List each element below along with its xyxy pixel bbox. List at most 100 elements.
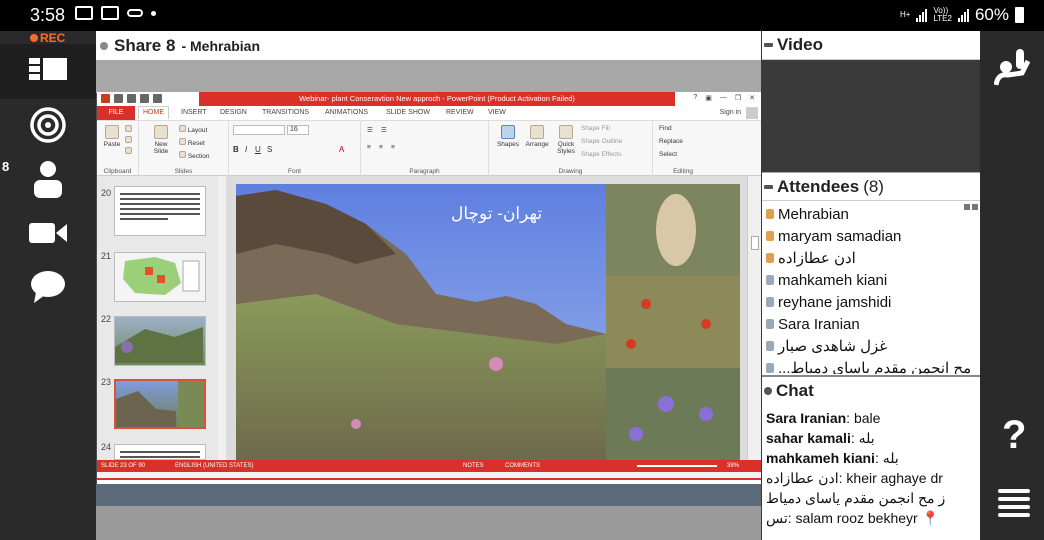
guest-icon <box>766 297 774 307</box>
video-header: Video <box>762 31 980 60</box>
ribbon-options-icon[interactable]: ▣ <box>705 94 712 102</box>
attendees-count: (8) <box>863 176 884 196</box>
save-icon[interactable] <box>114 94 123 103</box>
restore-icon[interactable]: ❐ <box>735 94 741 102</box>
slide-vertical-scrollbar[interactable] <box>747 176 761 460</box>
notes-button[interactable]: NOTES <box>463 460 484 472</box>
bullets-icon[interactable]: ☰ <box>367 126 373 134</box>
ppt-window-title: Webinar- plant Conseravtion New approch … <box>199 92 675 106</box>
thumbnail-slide-24[interactable] <box>114 444 206 460</box>
paste-button[interactable]: Paste <box>101 125 123 148</box>
participants-button[interactable] <box>0 151 96 206</box>
slideshow-icon[interactable] <box>153 94 162 103</box>
shadow-icon[interactable]: S <box>267 145 272 154</box>
tab-file[interactable]: FILE <box>97 106 135 120</box>
close-icon[interactable]: ✕ <box>749 94 755 102</box>
numbering-icon[interactable]: ☰ <box>381 126 387 134</box>
find-button[interactable]: Find <box>659 125 672 132</box>
arrange-button[interactable]: Arrange <box>523 125 551 148</box>
attendee-row[interactable]: ادن عطازاده <box>766 247 978 269</box>
new-slide-button[interactable]: New Slide <box>149 125 173 155</box>
help-icon[interactable]: ? <box>693 94 697 102</box>
thumbnail-slide-23-selected[interactable] <box>114 379 206 429</box>
question-mark-icon: ? <box>1002 413 1027 457</box>
map-thumbnail-icon <box>123 257 200 295</box>
chat-dot-icon[interactable] <box>764 387 772 395</box>
drawing-group: Shapes Arrange Quick Styles Shape Fill S… <box>489 121 653 177</box>
underline-icon[interactable]: U <box>255 145 261 154</box>
scroll-thumb[interactable] <box>751 236 759 250</box>
shape-outline-menu[interactable]: Shape Outline <box>581 138 622 145</box>
raise-hand-button[interactable] <box>993 47 1032 92</box>
align-left-icon[interactable]: ≡ <box>367 144 371 151</box>
tab-slide-show[interactable]: SLIDE SHOW <box>386 106 430 120</box>
quick-access-toolbar <box>101 94 162 103</box>
panel-collapse-icon[interactable] <box>764 43 773 47</box>
font-size-box[interactable]: 16 <box>287 125 309 135</box>
attendee-row[interactable]: maryam samadian <box>766 225 978 247</box>
align-right-icon[interactable]: ≡ <box>391 144 395 151</box>
quick-styles-button[interactable]: Quick Styles <box>553 125 579 155</box>
zoom-slider[interactable] <box>637 465 717 467</box>
select-button[interactable]: Select <box>659 151 677 158</box>
bold-icon[interactable]: B <box>233 145 239 154</box>
panel-collapse-icon[interactable] <box>764 184 773 189</box>
key-icon <box>127 9 143 17</box>
font-name-box[interactable] <box>233 125 285 135</box>
font-color-icon[interactable]: A <box>339 145 344 154</box>
thumbnail-scrollbar[interactable] <box>218 176 226 460</box>
align-center-icon[interactable]: ≡ <box>379 144 383 151</box>
minimize-icon[interactable]: — <box>720 94 727 102</box>
attendee-row[interactable]: Mehrabian <box>766 203 978 225</box>
tab-animations[interactable]: ANIMATIONS <box>325 106 368 120</box>
reset-label: Reset <box>187 140 205 147</box>
tab-transitions[interactable]: TRANSITIONS <box>262 106 309 120</box>
thumbnail-slide-21[interactable] <box>114 252 206 302</box>
attendee-row[interactable]: reyhane jamshidi <box>766 291 978 313</box>
reset-button[interactable]: Reset <box>179 138 205 147</box>
thumbnail-slide-22[interactable] <box>114 316 206 366</box>
layout-icon <box>29 57 67 80</box>
shapes-button[interactable]: Shapes <box>495 125 521 148</box>
tab-insert[interactable]: INSERT <box>181 106 207 120</box>
format-painter-icon[interactable] <box>125 147 132 156</box>
slide-photos <box>236 184 740 460</box>
sign-in-link[interactable]: Sign in <box>720 106 741 120</box>
battery-icon <box>1015 7 1024 23</box>
share-button[interactable] <box>0 97 96 152</box>
account-avatar[interactable] <box>746 107 758 119</box>
tab-review[interactable]: REVIEW <box>446 106 474 120</box>
cut-icon[interactable] <box>125 125 132 134</box>
share-header: Share 8 - Mehrabian <box>96 31 761 60</box>
tab-home[interactable]: HOME <box>138 106 169 119</box>
redo-icon[interactable] <box>140 94 149 103</box>
attendee-row[interactable]: mahkameh kiani <box>766 269 978 291</box>
thumbnail-slide-20[interactable] <box>114 186 206 236</box>
shape-fill-menu[interactable]: Shape Fill <box>581 125 610 132</box>
attendee-row[interactable]: غزل شاهدی صبار <box>766 335 978 357</box>
copy-icon[interactable] <box>125 136 132 145</box>
layout-button[interactable] <box>0 44 96 99</box>
replace-button[interactable]: Replace <box>659 138 683 145</box>
section-menu[interactable]: Section <box>179 151 210 160</box>
attendee-row[interactable]: Sara Iranian <box>766 313 978 335</box>
language-indicator: ENGLISH (UNITED STATES) <box>175 463 254 469</box>
shape-effects-menu[interactable]: Shape Effects <box>581 151 621 158</box>
camera-button[interactable] <box>0 205 96 260</box>
thumb-number: 24 <box>101 442 112 452</box>
layout-menu[interactable]: Layout <box>179 125 207 134</box>
recording-indicator: REC <box>30 31 65 45</box>
slides-label: Slides <box>174 168 193 175</box>
tab-design[interactable]: DESIGN <box>220 106 247 120</box>
help-button[interactable]: ? <box>1002 413 1026 458</box>
undo-icon[interactable] <box>127 94 136 103</box>
italic-icon[interactable]: I <box>245 145 247 154</box>
chat-button[interactable] <box>0 259 96 314</box>
comments-button[interactable]: COMMENTS <box>505 460 540 472</box>
chat-sender: Sara Iranian <box>766 410 847 426</box>
tab-view[interactable]: VIEW <box>488 106 506 120</box>
thumb-number: 21 <box>101 251 112 261</box>
attendee-row[interactable]: ...مح انجمن مقدم یاسای دمیاط <box>766 357 978 374</box>
clipboard-icon <box>105 125 119 139</box>
menu-button[interactable] <box>998 487 1030 524</box>
